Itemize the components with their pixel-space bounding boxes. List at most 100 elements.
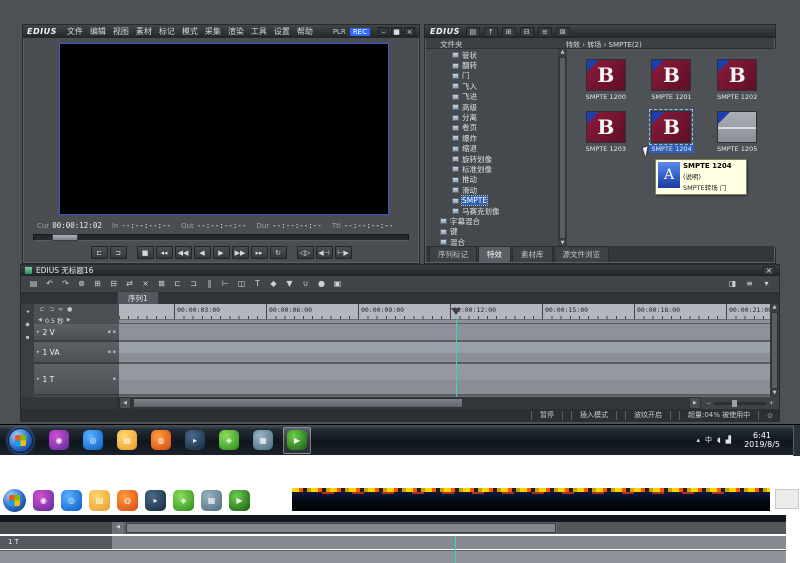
scroll-thumb[interactable] [559,57,566,239]
track-header[interactable]: ▸ 2 V ▪ ▪ [34,324,119,342]
timeline-toolbar-button[interactable]: ◫ [235,278,248,291]
transition-thumbnail[interactable]: SMPTE 1205 [704,111,770,153]
tree-item[interactable]: 门 [426,71,558,81]
timeline-toolbar-button[interactable]: ∥ [203,278,216,291]
track-option-icon[interactable]: ⊐ [49,306,54,313]
tray-icon[interactable]: ▴ [696,436,700,444]
timeline-toolbar-button[interactable]: ⊐ [187,278,200,291]
menu-item[interactable]: 设置 [274,26,290,37]
timeline-toolbar-button[interactable]: ⇄ [123,278,136,291]
track-buttons[interactable]: ▪ ▪ [108,349,116,355]
transport-button[interactable]: ◀⊣ [315,246,333,259]
transport-button[interactable]: ▸▸ [250,246,268,259]
tree-item[interactable]: 卷页 [426,123,558,133]
timeline-toolbar-button[interactable]: ↶ [43,278,56,291]
timeline-toolbar-button[interactable]: ∪ [299,278,312,291]
taskbar-app[interactable]: ◉ [45,427,73,454]
transition-thumbnail[interactable]: B SMPTE 1200 [573,59,639,101]
track-lane-title[interactable] [119,364,770,396]
vertical-scrollbar[interactable]: ▲ ▼ [770,304,779,397]
tree-item[interactable]: 推动 [426,175,558,185]
track-lane-video[interactable] [119,324,770,342]
rail-button[interactable]: ◂ [26,308,29,315]
effects-toolbar-button[interactable]: ≡ [537,26,552,37]
track-header[interactable]: ▸ 1 VA ▪ ▪ [34,342,119,364]
tree-item[interactable]: 字幕混合 [426,216,558,226]
transport-button[interactable]: ◀◀ [174,246,192,259]
tree-item[interactable]: 旋转划像 [426,154,558,164]
menu-item[interactable]: 编辑 [90,26,106,37]
palette-tab[interactable]: 序列标记 [429,246,477,262]
tree-item[interactable]: 马赛克划像 [426,206,558,216]
transition-thumbnail[interactable]: B SMPTE 1203 [573,111,639,153]
taskbar-app[interactable]: ◎ [79,427,107,454]
window-button[interactable]: – [378,27,389,36]
expand-icon[interactable]: ▸ [37,376,40,382]
taskbar-app[interactable]: ◍ [147,427,175,454]
transport-button[interactable]: ⊐ [109,246,127,259]
sequence-tab[interactable]: 序列1 [117,291,159,304]
transition-thumbnail[interactable]: B SMPTE 1204 [639,109,705,153]
zoom-slider-handle[interactable] [731,399,737,407]
track-buttons[interactable]: ▪ [113,376,116,382]
scroll-right-button[interactable]: ▶ [688,397,701,409]
tree-item[interactable]: 飞入 [426,81,558,91]
timeline-toolbar-button[interactable]: × [139,278,152,291]
effects-toolbar-button[interactable]: ▤ [465,26,480,37]
scrollbar-track[interactable] [131,397,689,409]
tree-item[interactable]: 缩退 [426,144,558,154]
transport-button[interactable]: ↻ [269,246,287,259]
menu-item[interactable]: 帮助 [297,26,313,37]
palette-tab[interactable]: 素材库 [512,246,553,262]
menu-item[interactable]: 工具 [251,26,267,37]
transport-button[interactable]: ▶ [212,246,230,259]
start-button[interactable] [8,427,33,453]
timeline-toolbar-button[interactable]: ⊢ [219,278,232,291]
transport-button[interactable]: ▶▶ [231,246,249,259]
taskbar-app[interactable]: ▦ [249,427,277,454]
timeline-toolbar-button[interactable]: ⊞ [91,278,104,291]
tree-item[interactable]: SMPTE [426,195,558,207]
timeline-toolbar-button[interactable]: ◨ [726,278,739,291]
tray-icon[interactable]: ◖ [717,436,721,444]
tree-item[interactable]: 标准划像 [426,164,558,174]
tree-item[interactable]: 高级 [426,102,558,112]
timeline-toolbar-button[interactable]: ↷ [59,278,72,291]
tree-scrollbar[interactable]: ▲ ▼ [558,49,567,247]
tree-item[interactable]: 分离 [426,112,558,122]
close-button[interactable]: × [763,266,775,275]
scroll-thumb[interactable] [771,312,778,389]
timeline-ruler[interactable]: 00:00:03:00 00:00:06:00 00:00:09:00 00:00:1… [119,304,770,320]
tree-item[interactable]: 飞进 [426,92,558,102]
tree-item[interactable]: 翻转 [426,60,558,70]
effects-toolbar-button[interactable]: ⊠ [555,26,570,37]
scale-value[interactable]: 0.5 秒 [45,315,64,325]
timeline-toolbar-button[interactable]: ⊠ [155,278,168,291]
position-handle[interactable] [52,234,78,241]
timeline-toolbar-button[interactable]: ▤ [27,278,40,291]
menu-item[interactable]: 采集 [205,26,221,37]
tree-item[interactable]: 滑动 [426,185,558,195]
scroll-up-icon[interactable]: ▲ [561,49,565,56]
track-option-icon[interactable]: ∞ [58,306,63,313]
menu-item[interactable]: 渲染 [228,26,244,37]
zoom-out-button[interactable]: − [706,400,711,407]
tree-item[interactable]: 爆炸 [426,133,558,143]
taskbar-app[interactable]: ▶ [283,426,311,454]
transport-button[interactable]: ◀ [193,246,211,259]
palette-tab[interactable]: 源文件浏览 [553,246,609,262]
timeline-toolbar-button[interactable]: T [251,278,264,291]
window-button[interactable]: × [404,27,415,36]
track-buttons[interactable]: ▪ ▪ [108,329,116,335]
zoom-in-button[interactable]: + [769,400,774,407]
transition-thumbnail[interactable]: B SMPTE 1201 [639,59,705,101]
scroll-left-button[interactable]: ◀ [119,397,131,409]
palette-tab[interactable]: 特效 [478,246,511,262]
menu-item[interactable]: 视图 [113,26,129,37]
transport-button[interactable]: ■ [136,246,154,259]
window-button[interactable]: ■ [391,27,402,36]
playhead-handle[interactable] [451,308,461,315]
transport-button[interactable]: ⊢▶ [334,246,352,259]
transport-button[interactable]: ◂◂ [155,246,173,259]
timeline-toolbar-button[interactable]: ▣ [331,278,344,291]
